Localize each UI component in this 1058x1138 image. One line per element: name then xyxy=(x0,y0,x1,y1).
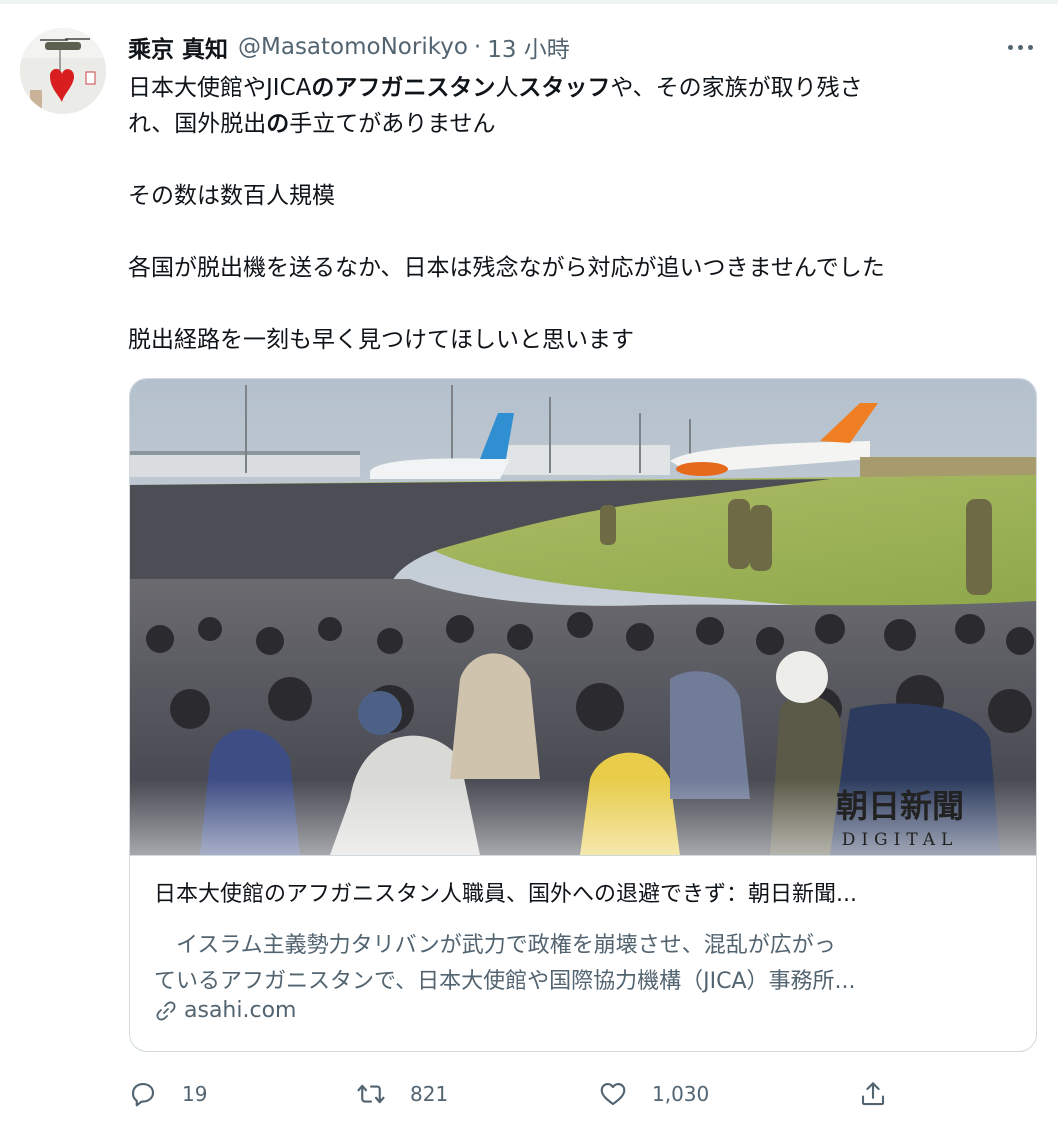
tweet-text-bold-run: の xyxy=(266,111,290,137)
link-icon xyxy=(156,1001,176,1020)
author-handle[interactable]: @MasatomoNorikyo xyxy=(238,34,468,60)
tweet-text-line-2: れ、国外脱出の手立てがありません xyxy=(128,106,1033,142)
card-photo[interactable]: 朝日新聞 DIGITAL xyxy=(130,379,1036,855)
tweet-paragraph-4: 脱出経路を一刻も早く見つけてほしいと思います xyxy=(128,327,634,353)
tweet-text-run: 人 xyxy=(495,75,519,101)
like-icon xyxy=(600,1082,626,1106)
card-domain[interactable]: asahi.com xyxy=(154,998,296,1023)
author-name[interactable]: 乘京 真知 xyxy=(128,30,228,64)
tweet-text-run: れ、国外脱出 xyxy=(128,111,267,137)
tweet: 乘京 真知 @MasatomoNorikyo · 13 小時 日本大使館やJIC… xyxy=(0,0,1058,1138)
tweet-timestamp[interactable]: 13 小時 xyxy=(487,30,570,64)
tweet-text-run: 手立てがありません xyxy=(289,111,496,137)
share-icon xyxy=(861,1082,885,1106)
watermark-subtitle: DIGITAL xyxy=(842,830,959,850)
divider xyxy=(0,0,1058,4)
card-domain-text: asahi.com xyxy=(184,998,297,1023)
tweet-header: 乘京 真知 @MasatomoNorikyo · 13 小時 xyxy=(128,30,570,64)
retweet-icon xyxy=(357,1084,385,1104)
tweet-text-bold-run: スタッフ xyxy=(518,75,611,101)
tweet-text-bold-run: のアフガニスタン xyxy=(311,75,496,101)
card-description: イスラム主義勢力タリバンが武力で政権を崩壊させ、混乱が広がっ ているアフガニスタ… xyxy=(154,928,1014,1000)
tweet-text-run: 日本大使館やJICA xyxy=(128,75,312,101)
reply-icon xyxy=(131,1082,155,1107)
avatar-image xyxy=(20,28,106,114)
tweet-paragraph-2: その数は数百人規模 xyxy=(128,183,335,209)
tweet-paragraph-3: 各国が脱出機を送るなか、日本は残念ながら対応が追いつきませんでした xyxy=(128,255,885,281)
more-options-button[interactable] xyxy=(1000,32,1040,62)
card-title[interactable]: 日本大使館のアフガニスタン人職員、国外への退避できず：朝日新聞... xyxy=(154,880,1014,910)
more-icon xyxy=(1005,44,1035,50)
card-description-line-1: イスラム主義勢力タリバンが武力で政権を崩壊させ、混乱が広がっ xyxy=(176,933,836,958)
tweet-text: 日本大使館やJICAのアフガニスタン人スタッフや、その家族が取り残さ れ、国外脱… xyxy=(128,70,1033,358)
tweet-text-line-1: 日本大使館やJICAのアフガニスタン人スタッフや、その家族が取り残さ xyxy=(128,70,1033,106)
share-button[interactable] xyxy=(858,1072,888,1116)
card-description-line-2: ているアフガニスタンで、日本大使館や国際協力機構（JICA）事務所... xyxy=(154,969,856,994)
tweet-actions: 19 821 1,030 xyxy=(128,1072,888,1116)
card-info[interactable]: 日本大使館のアフガニスタン人職員、国外への退避できず：朝日新聞... イスラム主… xyxy=(130,855,1036,1051)
retweet-button[interactable]: 821 xyxy=(356,1072,448,1116)
link-preview-card[interactable]: 朝日新聞 DIGITAL 日本大使館のアフガニスタン人職員、国外への退避できず：… xyxy=(129,378,1037,1052)
tweet-text-run: や、その家族が取り残さ xyxy=(610,75,863,101)
like-count: 1,030 xyxy=(652,1082,710,1106)
reply-button[interactable]: 19 xyxy=(128,1072,207,1116)
separator-dot: · xyxy=(473,34,482,60)
retweet-count: 821 xyxy=(410,1082,449,1106)
watermark-title: 朝日新聞 xyxy=(836,787,964,825)
avatar[interactable] xyxy=(20,28,106,114)
reply-count: 19 xyxy=(182,1082,208,1106)
like-button[interactable]: 1,030 xyxy=(598,1072,709,1116)
